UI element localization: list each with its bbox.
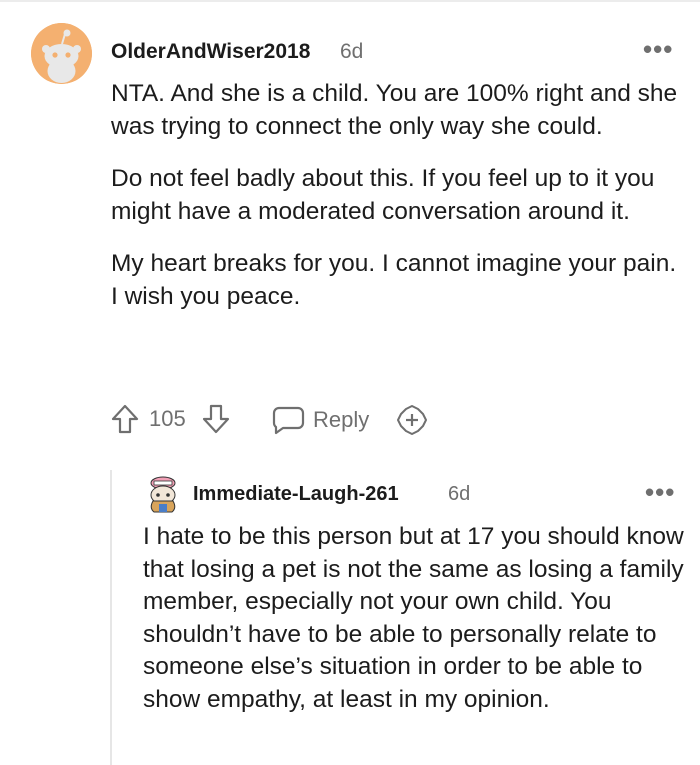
comment-timestamp: 6d [448, 483, 471, 505]
reply-label: Reply [313, 407, 370, 432]
more-options-icon[interactable]: ••• [643, 36, 673, 62]
comment-paragraph: NTA. And she is a child. You are 100% ri… [111, 80, 678, 140]
upvote-arrow-icon[interactable] [110, 403, 140, 435]
comment-author[interactable]: Immediate-Laugh-261 [193, 483, 399, 506]
top-divider [0, 0, 700, 2]
downvote-arrow-icon[interactable] [201, 403, 231, 435]
comment-timestamp: 6d [340, 40, 364, 63]
thread-line[interactable] [110, 470, 112, 765]
comment-author[interactable]: OlderAndWiser2018 [111, 40, 310, 64]
snoo-avatar-icon[interactable] [145, 474, 181, 514]
vote-count: 105 [149, 406, 186, 431]
snoo-avatar-icon[interactable] [31, 23, 92, 84]
comment-paragraph: I hate to be this person but at 17 you s… [143, 523, 684, 713]
comment-body: NTA. And she is a child. You are 100% ri… [111, 78, 681, 333]
comment-body: I hate to be this person but at 17 you s… [143, 521, 688, 716]
comment-paragraph: Do not feel badly about this. If you fee… [111, 165, 655, 225]
speech-bubble-icon [272, 406, 305, 435]
reply-button[interactable]: Reply [271, 402, 369, 438]
more-options-icon[interactable]: ••• [645, 479, 675, 505]
award-plus-icon[interactable] [396, 404, 428, 436]
comment-paragraph: My heart breaks for you. I cannot imagin… [111, 250, 677, 310]
